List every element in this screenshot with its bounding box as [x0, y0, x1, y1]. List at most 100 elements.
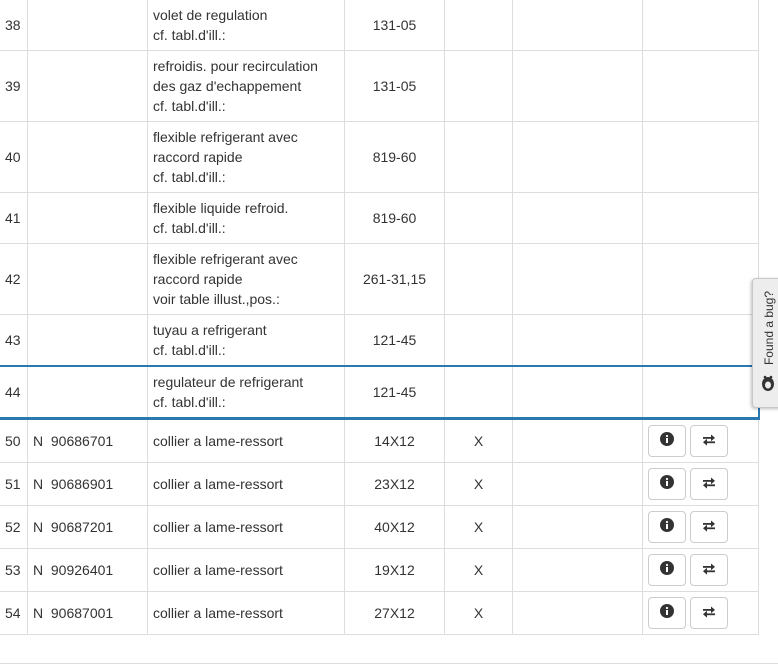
- description-line: tuyau a refrigerant: [153, 322, 267, 338]
- description-line: flexible refrigerant avec: [153, 251, 298, 267]
- part-number-cell: [27, 50, 148, 122]
- description-line: regulateur de refrigerant: [153, 374, 304, 390]
- info-circle-icon: [660, 431, 674, 451]
- swap-button[interactable]: [690, 511, 728, 543]
- marker-cell: [444, 192, 513, 244]
- table-row: 42 flexible refrigerant avec raccord rapid…: [0, 243, 759, 315]
- part-number-cell: [27, 365, 148, 420]
- description-line: collier a lame-ressort: [153, 519, 283, 535]
- part-number-cell: N 90686901: [27, 462, 148, 506]
- actions-cell: [642, 591, 759, 635]
- empty-cell: [512, 418, 643, 463]
- empty-cell: [512, 314, 643, 367]
- part-number-cell: N 90926401: [27, 548, 148, 592]
- swap-button[interactable]: [690, 425, 728, 457]
- position-cell: 38: [0, 0, 28, 51]
- description-line: collier a lame-ressort: [153, 562, 283, 578]
- marker-cell: X: [444, 418, 513, 463]
- empty-cell: [512, 505, 643, 549]
- description-line: raccord rapide: [153, 149, 243, 165]
- description-cell: collier a lame-ressort: [147, 462, 345, 506]
- description-line: collier a lame-ressort: [153, 433, 283, 449]
- swap-button[interactable]: [690, 597, 728, 629]
- empty-cell: [512, 0, 643, 51]
- swap-button[interactable]: [690, 554, 728, 586]
- dimension-cell: 819-60: [344, 192, 445, 244]
- position-cell: 53: [0, 548, 28, 592]
- info-button[interactable]: [648, 597, 686, 629]
- info-circle-icon: [660, 560, 674, 580]
- description-line: cf. tabl.d'ill.:: [153, 169, 226, 185]
- swap-button[interactable]: [690, 468, 728, 500]
- description-line: raccord rapide: [153, 271, 243, 287]
- row-actions: [648, 597, 753, 629]
- exchange-arrows-icon: [702, 431, 716, 451]
- empty-cell: [512, 243, 643, 315]
- marker-cell: [444, 243, 513, 315]
- actions-cell: [642, 418, 759, 463]
- bug-icon: [761, 374, 775, 395]
- row-actions: [648, 425, 753, 457]
- empty-cell: [512, 591, 643, 635]
- parts-table: 38 volet de regulation cf. tabl.d'ill.: 131…: [0, 0, 760, 635]
- info-circle-icon: [660, 517, 674, 537]
- part-number-cell: [27, 243, 148, 315]
- description-cell: collier a lame-ressort: [147, 548, 345, 592]
- parts-table-body: 38 volet de regulation cf. tabl.d'ill.: 131…: [0, 0, 760, 635]
- info-button[interactable]: [648, 425, 686, 457]
- actions-cell: [642, 243, 759, 315]
- position-cell: 50: [0, 418, 28, 463]
- description-line: flexible liquide refroid.: [153, 200, 289, 216]
- dimension-cell: 40X12: [344, 505, 445, 549]
- marker-cell: [444, 0, 513, 51]
- row-actions: [648, 468, 753, 500]
- info-button[interactable]: [648, 511, 686, 543]
- actions-cell: [642, 462, 759, 506]
- description-cell: collier a lame-ressort: [147, 591, 345, 635]
- actions-cell: [642, 548, 759, 592]
- description-line: refroidis. pour recirculation: [153, 58, 318, 74]
- description-cell: refroidis. pour recirculation des gaz d'e…: [147, 50, 345, 122]
- table-row: 39 refroidis. pour recirculation des gaz d…: [0, 50, 759, 122]
- dimension-cell: 819-60: [344, 121, 445, 193]
- part-number-cell: [27, 192, 148, 244]
- empty-cell: [512, 365, 643, 420]
- description-line: cf. tabl.d'ill.:: [153, 98, 226, 114]
- info-button[interactable]: [648, 468, 686, 500]
- dimension-cell: 131-05: [344, 50, 445, 122]
- empty-cell: [512, 548, 643, 592]
- found-a-bug-tab[interactable]: Found a bug?: [752, 278, 778, 408]
- empty-cell: [512, 50, 643, 122]
- description-cell: flexible liquide refroid. cf. tabl.d'ill.…: [147, 192, 345, 244]
- dimension-cell: 121-45: [344, 365, 445, 420]
- description-cell: regulateur de refrigerant cf. tabl.d'ill.…: [147, 365, 345, 420]
- table-bottom-divider: [0, 663, 778, 664]
- table-row: 50 N 90686701 collier a lame-ressort 14X12 X: [0, 418, 759, 463]
- actions-cell: [642, 121, 759, 193]
- description-line: collier a lame-ressort: [153, 605, 283, 621]
- marker-cell: [444, 314, 513, 367]
- part-number-cell: N 90686701: [27, 418, 148, 463]
- dimension-cell: 19X12: [344, 548, 445, 592]
- description-cell: flexible refrigerant avec raccord rapide v…: [147, 243, 345, 315]
- part-number-cell: [27, 121, 148, 193]
- position-cell: 41: [0, 192, 28, 244]
- actions-cell: [642, 50, 759, 122]
- description-line: volet de regulation: [153, 7, 268, 23]
- found-a-bug-label: Found a bug?: [762, 290, 776, 366]
- exchange-arrows-icon: [702, 474, 716, 494]
- empty-cell: [512, 121, 643, 193]
- description-line: voir table illust.,pos.:: [153, 291, 280, 307]
- description-line: cf. tabl.d'ill.:: [153, 342, 226, 358]
- description-cell: collier a lame-ressort: [147, 505, 345, 549]
- position-cell: 43: [0, 314, 28, 367]
- description-line: cf. tabl.d'ill.:: [153, 27, 226, 43]
- info-button[interactable]: [648, 554, 686, 586]
- description-cell: flexible refrigerant avec raccord rapide c…: [147, 121, 345, 193]
- description-cell: tuyau a refrigerant cf. tabl.d'ill.:: [147, 314, 345, 367]
- position-cell: 42: [0, 243, 28, 315]
- description-line: collier a lame-ressort: [153, 476, 283, 492]
- table-row: 40 flexible refrigerant avec raccord rapid…: [0, 121, 759, 193]
- actions-cell: [642, 505, 759, 549]
- table-row: 43 tuyau a refrigerant cf. tabl.d'ill.: 121…: [0, 314, 759, 367]
